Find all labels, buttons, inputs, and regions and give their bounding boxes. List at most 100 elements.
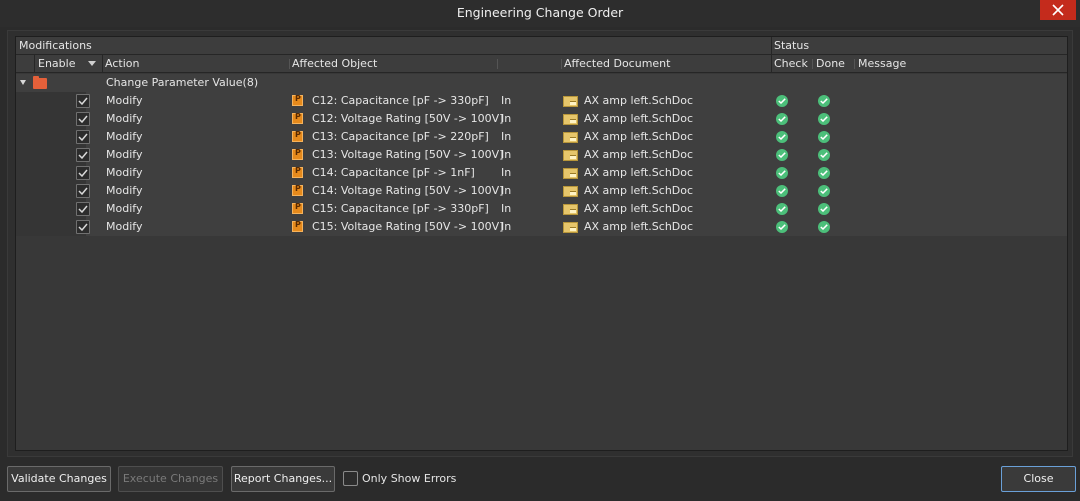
action-cell: Modify (106, 94, 143, 107)
enable-checkbox[interactable] (76, 166, 90, 180)
only-show-errors-label: Only Show Errors (362, 472, 457, 485)
col-affected-object[interactable]: Affected Object (292, 57, 377, 70)
group-label: Change Parameter Value(8) (106, 76, 259, 89)
window-close-button[interactable] (1040, 0, 1076, 20)
rows-area: Change Parameter Value(8) Modify P C12: Ca… (16, 74, 1067, 236)
affected-object-cell: C12: Capacitance [pF -> 330pF] (312, 94, 489, 107)
affected-document-cell: AX amp left.SchDoc (584, 202, 694, 215)
schematic-document-icon (563, 132, 578, 143)
check-status-icon (776, 203, 788, 215)
affected-document-cell: AX amp left.SchDoc (584, 130, 694, 143)
only-show-errors-checkbox[interactable] (343, 471, 358, 486)
affected-document-cell: AX amp left.SchDoc (584, 148, 694, 161)
collapse-arrow-icon[interactable] (20, 80, 26, 85)
table-row[interactable]: Modify P C13: Capacitance [pF -> 220pF] In A… (16, 128, 1067, 146)
close-icon (1052, 4, 1064, 16)
action-cell: Modify (106, 148, 143, 161)
action-cell: Modify (106, 130, 143, 143)
group-header-row: Modifications Status (16, 37, 1067, 55)
window-title: Engineering Change Order (456, 5, 624, 20)
parameter-icon: P (292, 166, 303, 178)
col-message[interactable]: Message (858, 57, 906, 70)
parameter-icon: P (292, 148, 303, 160)
schematic-document-icon (563, 222, 578, 233)
check-status-icon (776, 95, 788, 107)
affected-object-cell: C14: Capacitance [pF -> 1nF] (312, 166, 475, 179)
parameter-icon: P (292, 94, 303, 106)
done-status-icon (818, 113, 830, 125)
direction-cell: In (501, 148, 512, 161)
affected-document-cell: AX amp left.SchDoc (584, 220, 694, 233)
col-enable[interactable]: Enable (38, 57, 75, 70)
action-cell: Modify (106, 220, 143, 233)
direction-cell: In (501, 130, 512, 143)
direction-cell: In (501, 184, 512, 197)
direction-cell: In (501, 166, 512, 179)
parameter-icon: P (292, 112, 303, 124)
direction-cell: In (501, 112, 512, 125)
parameter-icon: P (292, 220, 303, 232)
validate-changes-button[interactable]: Validate Changes (7, 466, 111, 492)
col-affected-document[interactable]: Affected Document (564, 57, 670, 70)
group-modifications: Modifications (19, 39, 92, 52)
done-status-icon (818, 185, 830, 197)
schematic-document-icon (563, 96, 578, 107)
enable-checkbox[interactable] (76, 112, 90, 126)
action-cell: Modify (106, 166, 143, 179)
table-row[interactable]: Modify P C14: Capacitance [pF -> 1nF] In AX … (16, 164, 1067, 182)
check-status-icon (776, 113, 788, 125)
table-row[interactable]: Modify P C15: Voltage Rating [50V -> 100V]… (16, 218, 1067, 236)
done-status-icon (818, 221, 830, 233)
col-check[interactable]: Check (774, 57, 808, 70)
direction-cell: In (501, 94, 512, 107)
table-row[interactable]: Modify P C14: Voltage Rating [50V -> 100V]… (16, 182, 1067, 200)
enable-checkbox[interactable] (76, 202, 90, 216)
affected-object-cell: C15: Capacitance [pF -> 330pF] (312, 202, 489, 215)
table-row[interactable]: Modify P C15: Capacitance [pF -> 330pF] In A… (16, 200, 1067, 218)
changes-grid: Modifications Status Enable Action Affec… (15, 36, 1068, 451)
enable-checkbox[interactable] (76, 148, 90, 162)
table-row[interactable]: Modify P C12: Voltage Rating [50V -> 100V]… (16, 110, 1067, 128)
col-action[interactable]: Action (105, 57, 139, 70)
schematic-document-icon (563, 114, 578, 125)
done-status-icon (818, 95, 830, 107)
done-status-icon (818, 149, 830, 161)
enable-checkbox[interactable] (76, 220, 90, 234)
folder-icon (33, 76, 47, 89)
enable-checkbox[interactable] (76, 94, 90, 108)
affected-object-cell: C13: Voltage Rating [50V -> 100V] (312, 148, 504, 161)
check-status-icon (776, 221, 788, 233)
col-done[interactable]: Done (816, 57, 845, 70)
group-row[interactable]: Change Parameter Value(8) (16, 74, 1067, 92)
action-cell: Modify (106, 202, 143, 215)
schematic-document-icon (563, 150, 578, 161)
schematic-document-icon (563, 186, 578, 197)
enable-checkbox[interactable] (76, 184, 90, 198)
action-cell: Modify (106, 112, 143, 125)
check-status-icon (776, 149, 788, 161)
enable-checkbox[interactable] (76, 130, 90, 144)
check-status-icon (776, 131, 788, 143)
check-status-icon (776, 185, 788, 197)
affected-object-cell: C14: Voltage Rating [50V -> 100V] (312, 184, 504, 197)
close-button[interactable]: Close (1001, 466, 1076, 492)
affected-document-cell: AX amp left.SchDoc (584, 166, 694, 179)
title-bar: Engineering Change Order (0, 0, 1080, 27)
affected-object-cell: C12: Voltage Rating [50V -> 100V] (312, 112, 504, 125)
schematic-document-icon (563, 168, 578, 179)
execute-changes-button[interactable]: Execute Changes (118, 466, 223, 492)
done-status-icon (818, 131, 830, 143)
parameter-icon: P (292, 130, 303, 142)
column-header-row: Enable Action Affected Object Affected D… (16, 55, 1067, 73)
parameter-icon: P (292, 202, 303, 214)
table-row[interactable]: Modify P C13: Voltage Rating [50V -> 100V]… (16, 146, 1067, 164)
affected-document-cell: AX amp left.SchDoc (584, 184, 694, 197)
table-row[interactable]: Modify P C12: Capacitance [pF -> 330pF] In A… (16, 92, 1067, 110)
sort-arrow-icon[interactable] (88, 61, 96, 66)
parameter-icon: P (292, 184, 303, 196)
group-status: Status (774, 39, 810, 52)
report-changes-button[interactable]: Report Changes... (231, 466, 335, 492)
affected-document-cell: AX amp left.SchDoc (584, 94, 694, 107)
done-status-icon (818, 203, 830, 215)
done-status-icon (818, 167, 830, 179)
